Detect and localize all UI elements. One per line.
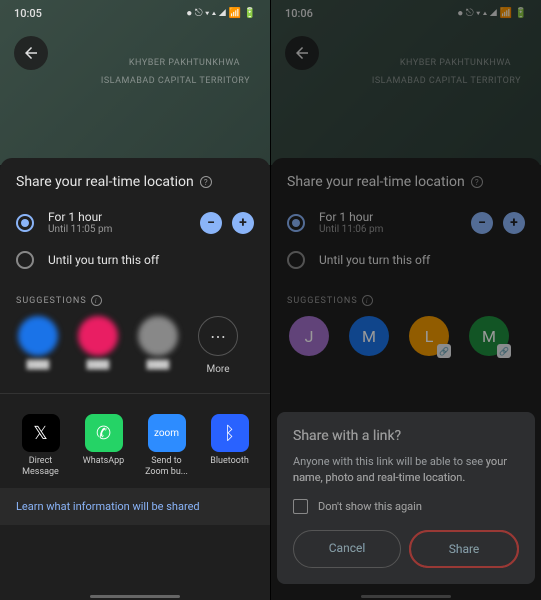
map-label-region: KHYBER PAKHTUNKHWA — [400, 58, 511, 68]
clock: 10:06 — [285, 7, 313, 20]
contact-suggestion[interactable]: L🔗 — [407, 316, 451, 356]
share-app-whatsapp[interactable]: ✆ WhatsApp — [79, 414, 128, 478]
checkbox-label: Don't show this again — [318, 500, 422, 513]
share-app-bluetooth[interactable]: ᛒ Bluetooth — [205, 414, 254, 478]
status-bar: 10:05 ● ⎋ ▾ ▴ ◢ 📶 🔋 — [0, 0, 270, 26]
option-primary-label: Until you turn this off — [48, 253, 254, 267]
learn-more-link[interactable]: Learn what information will be shared — [0, 488, 270, 525]
option-primary-label: Until you turn this off — [319, 253, 525, 267]
contact-suggestion[interactable]: ████ — [16, 316, 60, 375]
more-suggestions[interactable]: ⋯ More — [196, 316, 240, 375]
whatsapp-icon: ✆ — [85, 414, 123, 452]
share-app-direct-message[interactable]: 𝕏 Direct Message — [16, 414, 65, 478]
contact-suggestion[interactable]: M — [347, 316, 391, 356]
option-duration[interactable]: For 1 hour Until 11:06 pm − + — [271, 202, 541, 243]
help-icon[interactable]: ? — [200, 176, 212, 188]
option-primary-label: For 1 hour — [48, 210, 186, 224]
sheet-title: Share your real-time location — [16, 174, 194, 190]
increase-button[interactable]: + — [232, 212, 254, 234]
map-label-territory: ISLAMABAD CAPITAL TERRITORY — [372, 76, 521, 86]
increase-button[interactable]: + — [503, 212, 525, 234]
link-badge-icon: 🔗 — [437, 344, 451, 358]
info-icon[interactable]: i — [362, 295, 373, 306]
nav-handle[interactable] — [361, 595, 451, 598]
app-share-row: 𝕏 Direct Message ✆ WhatsApp zoom Send to… — [0, 393, 270, 488]
checkbox-icon[interactable] — [293, 499, 308, 514]
map-label-region: KHYBER PAKHTUNKHWA — [129, 58, 240, 68]
zoom-icon: zoom — [148, 414, 186, 452]
option-secondary-label: Until 11:05 pm — [48, 224, 186, 235]
radio-selected[interactable] — [16, 214, 34, 232]
status-bar: 10:06 ● ⎋ ▾ ▴ ◢ 📶 🔋 — [271, 0, 541, 26]
clock: 10:05 — [14, 7, 42, 20]
help-icon[interactable]: ? — [471, 176, 483, 188]
suggestions-header: SUGGESTIONS i — [271, 277, 541, 316]
option-until-off[interactable]: Until you turn this off — [0, 243, 270, 277]
status-icons: ● ⎋ ▾ ▴ ◢ 📶 🔋 — [457, 8, 527, 19]
share-link-dialog: Share with a link? Anyone with this link… — [277, 412, 535, 584]
contact-suggestion[interactable]: ████ — [76, 316, 120, 375]
option-primary-label: For 1 hour — [319, 210, 457, 224]
map-label-territory: ISLAMABAD CAPITAL TERRITORY — [101, 76, 250, 86]
status-icons: ● ⎋ ▾ ▴ ◢ 📶 🔋 — [186, 8, 256, 19]
option-duration[interactable]: For 1 hour Until 11:05 pm − + — [0, 202, 270, 243]
right-screenshot: 10:06 ● ⎋ ▾ ▴ ◢ 📶 🔋 KHYBER PAKHTUNKHWA I… — [271, 0, 541, 600]
share-sheet: Share your real-time location ? For 1 ho… — [0, 158, 270, 600]
radio-selected[interactable] — [287, 214, 305, 232]
suggestions-row: J M L🔗 M🔗 — [271, 316, 541, 356]
nav-handle[interactable] — [90, 595, 180, 598]
back-button[interactable] — [14, 36, 48, 70]
share-button[interactable]: Share — [409, 530, 519, 568]
suggestions-row: ████ ████ ████ ⋯ More — [0, 316, 270, 375]
x-icon: 𝕏 — [22, 414, 60, 452]
contact-suggestion[interactable]: M🔗 — [467, 316, 511, 356]
cancel-button[interactable]: Cancel — [293, 530, 401, 568]
dialog-title: Share with a link? — [293, 428, 519, 444]
suggestions-header: SUGGESTIONS i — [0, 277, 270, 316]
contact-suggestion[interactable]: J — [287, 316, 331, 356]
more-icon: ⋯ — [198, 316, 238, 356]
bluetooth-icon: ᛒ — [211, 414, 249, 452]
back-button[interactable] — [285, 36, 319, 70]
sheet-title: Share your real-time location — [287, 174, 465, 190]
radio-unchecked[interactable] — [287, 251, 305, 269]
share-app-zoom[interactable]: zoom Send to Zoom bu... — [142, 414, 191, 478]
dont-show-checkbox-row[interactable]: Don't show this again — [293, 499, 519, 514]
arrow-left-icon — [22, 44, 40, 62]
radio-unchecked[interactable] — [16, 251, 34, 269]
option-until-off[interactable]: Until you turn this off — [271, 243, 541, 277]
info-icon[interactable]: i — [91, 295, 102, 306]
dialog-body: Anyone with this link will be able to se… — [293, 454, 519, 485]
option-secondary-label: Until 11:06 pm — [319, 224, 457, 235]
link-badge-icon: 🔗 — [497, 344, 511, 358]
left-screenshot: 10:05 ● ⎋ ▾ ▴ ◢ 📶 🔋 KHYBER PAKHTUNKHWA I… — [0, 0, 270, 600]
contact-suggestion[interactable]: ████ — [136, 316, 180, 375]
decrease-button[interactable]: − — [471, 212, 493, 234]
arrow-left-icon — [293, 44, 311, 62]
decrease-button[interactable]: − — [200, 212, 222, 234]
